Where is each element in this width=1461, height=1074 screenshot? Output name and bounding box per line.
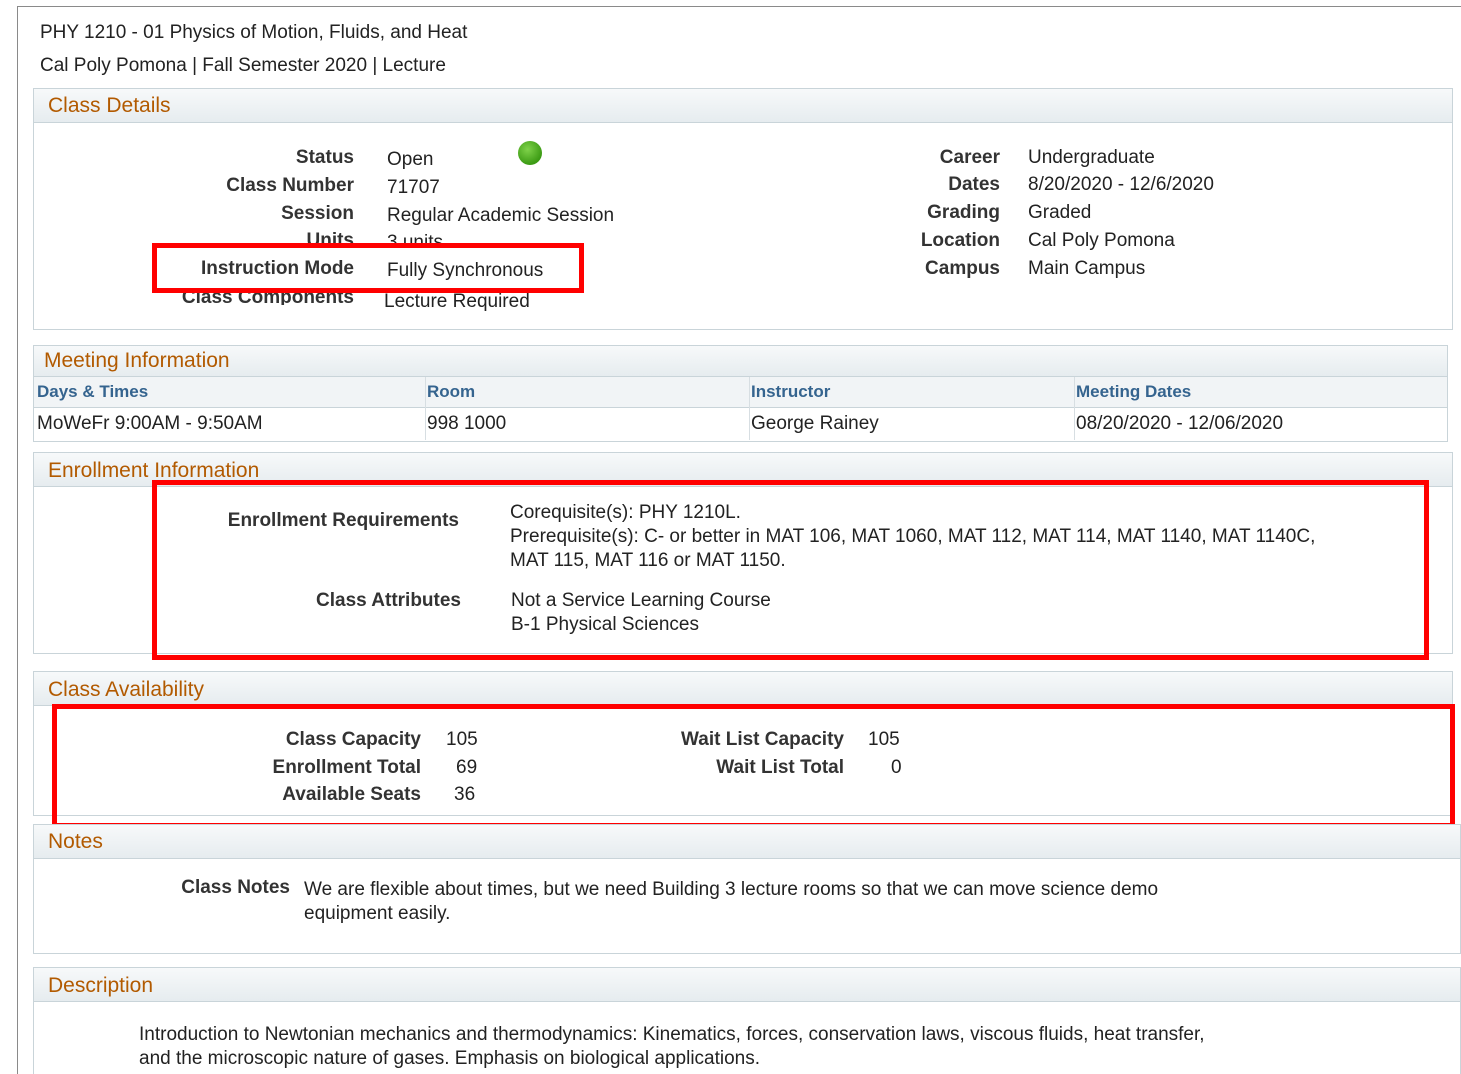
- col-divider: [1074, 377, 1075, 440]
- description-line: and the microscopic nature of gases. Emp…: [139, 1048, 761, 1069]
- class-notes-line: equipment easily.: [304, 903, 451, 924]
- dates-value: 8/20/2020 - 12/6/2020: [1028, 174, 1214, 195]
- description-line: Introduction to Newtonian mechanics and …: [139, 1024, 1205, 1045]
- meeting-table-header-row: [34, 377, 1447, 408]
- description-header: Description: [34, 968, 1460, 1002]
- cell-days-times: MoWeFr 9:00AM - 9:50AM: [37, 413, 263, 434]
- campus-value: Main Campus: [1028, 258, 1146, 279]
- class-notes-label: Class Notes: [181, 877, 290, 898]
- col-header-days-times: Days & Times: [37, 382, 149, 401]
- notes-title: Notes: [48, 830, 103, 853]
- description-text: Introduction to Newtonian mechanics and …: [139, 1023, 1205, 1071]
- career-label: Career: [939, 147, 1000, 168]
- instruction-mode-highlight: [152, 243, 584, 293]
- class-availability-highlight: [52, 704, 1455, 828]
- col-divider: [425, 377, 426, 440]
- col-divider: [749, 377, 750, 440]
- open-status-icon: [518, 141, 542, 165]
- units-label: Units: [306, 230, 355, 243]
- class-notes-value: We are flexible about times, but we need…: [304, 878, 1158, 926]
- campus-label: Campus: [925, 258, 1000, 279]
- description-title: Description: [48, 974, 154, 997]
- col-header-meeting-dates: Meeting Dates: [1076, 382, 1192, 401]
- class-number-value: 71707: [387, 177, 440, 198]
- status-label: Status: [295, 147, 354, 168]
- class-details-title: Class Details: [48, 94, 171, 117]
- cell-room: 998 1000: [427, 413, 507, 434]
- class-details-header: Class Details: [34, 89, 1452, 123]
- status-value: Open: [387, 149, 434, 170]
- career-value: Undergraduate: [1028, 147, 1155, 168]
- location-label: Location: [920, 230, 1000, 251]
- session-value: Regular Academic Session: [387, 205, 615, 226]
- cell-meeting-dates: 08/20/2020 - 12/06/2020: [1076, 413, 1284, 434]
- class-number-label: Class Number: [226, 175, 354, 196]
- class-components-value: Lecture Required: [384, 291, 530, 312]
- dates-label: Dates: [948, 174, 1000, 195]
- notes-header: Notes: [34, 825, 1460, 859]
- course-title: PHY 1210 - 01 Physics of Motion, Fluids,…: [40, 22, 468, 43]
- meeting-info-header: Meeting Information: [34, 346, 1447, 377]
- col-header-instructor: Instructor: [751, 382, 831, 401]
- col-header-room: Room: [427, 382, 476, 401]
- grading-value: Graded: [1028, 202, 1092, 223]
- class-availability-title: Class Availability: [48, 678, 205, 701]
- cell-instructor: George Rainey: [751, 413, 879, 434]
- class-notes-line: We are flexible about times, but we need…: [304, 879, 1159, 900]
- location-value: Cal Poly Pomona: [1028, 230, 1175, 251]
- course-term: Cal Poly Pomona | Fall Semester 2020 | L…: [40, 55, 446, 76]
- meeting-info-title: Meeting Information: [44, 349, 230, 372]
- grading-label: Grading: [927, 202, 1000, 223]
- enrollment-info-highlight: [152, 480, 1429, 660]
- session-label: Session: [281, 203, 354, 224]
- class-availability-header: Class Availability: [34, 672, 1452, 706]
